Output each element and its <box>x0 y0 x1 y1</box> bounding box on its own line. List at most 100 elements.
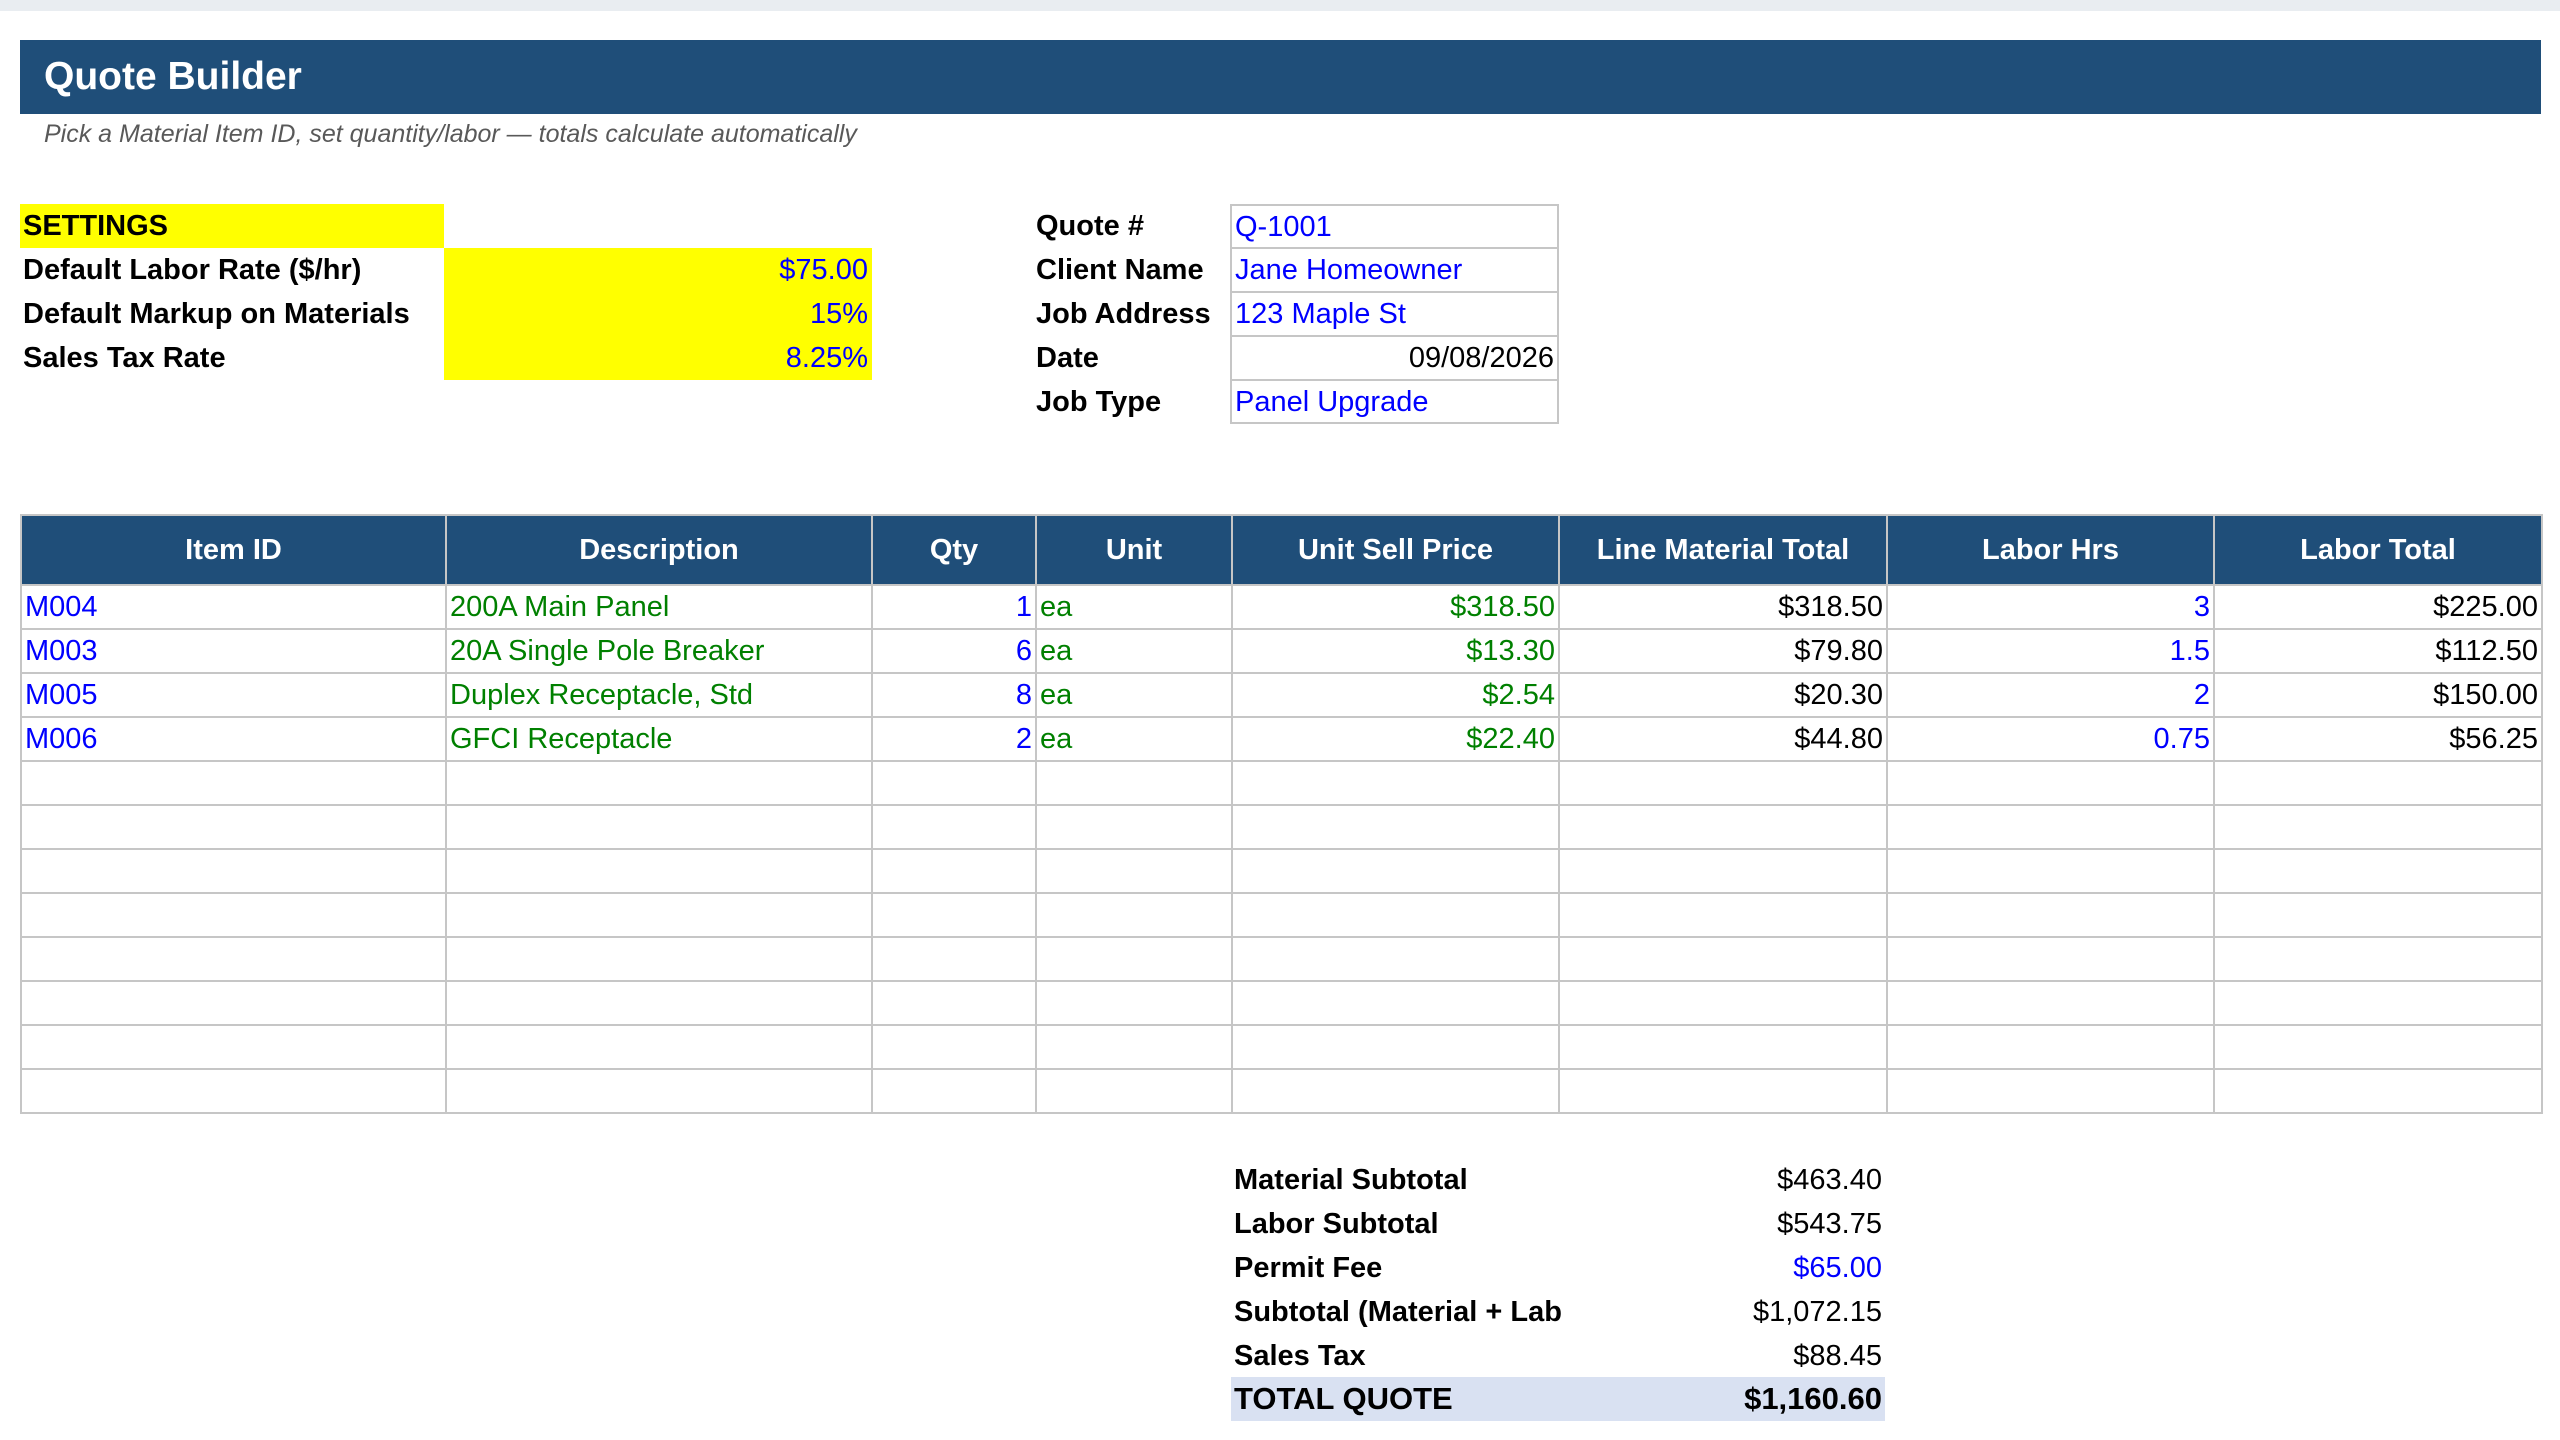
cell-unit[interactable] <box>1035 1068 1233 1114</box>
column-header-labor-hrs[interactable]: Labor Hrs <box>1886 514 2215 586</box>
cell-labor-hrs[interactable] <box>1886 804 2215 850</box>
cell-line-material-total[interactable] <box>1558 892 1888 938</box>
cell-qty[interactable] <box>871 980 1037 1026</box>
cell-qty[interactable] <box>871 848 1037 894</box>
info-label[interactable]: Date <box>1036 336 1230 380</box>
info-label[interactable]: Job Address <box>1036 292 1230 336</box>
cell-labor-total[interactable] <box>2213 804 2543 850</box>
cell-unit[interactable] <box>1035 1024 1233 1070</box>
cell-unit-sell-price[interactable] <box>1231 1068 1560 1114</box>
cell-unit-sell-price[interactable] <box>1231 980 1560 1026</box>
cell-description[interactable] <box>445 980 873 1026</box>
cell-qty[interactable]: 1 <box>871 584 1037 630</box>
cell-unit[interactable] <box>1035 760 1233 806</box>
cell-description[interactable]: Duplex Receptacle, Std <box>445 672 873 718</box>
setting-label[interactable]: Default Markup on Materials <box>23 292 443 336</box>
cell-item-id[interactable] <box>20 1068 447 1114</box>
material-subtotal-value[interactable]: $463.40 <box>1561 1158 1885 1202</box>
cell-labor-hrs[interactable] <box>1886 980 2215 1026</box>
cell-labor-total[interactable]: $56.25 <box>2213 716 2543 762</box>
cell-item-id[interactable] <box>20 760 447 806</box>
total-quote-label[interactable]: TOTAL QUOTE <box>1234 1377 1561 1421</box>
cell-item-id[interactable] <box>20 936 447 982</box>
info-label[interactable]: Job Type <box>1036 380 1230 424</box>
labor-subtotal-value[interactable]: $543.75 <box>1561 1202 1885 1246</box>
summary-label[interactable]: Sales Tax <box>1234 1334 1561 1378</box>
cell-unit-sell-price[interactable]: $22.40 <box>1231 716 1560 762</box>
cell-item-id[interactable]: M005 <box>20 672 447 718</box>
cell-unit-sell-price[interactable] <box>1231 1024 1560 1070</box>
cell-labor-total[interactable] <box>2213 936 2543 982</box>
cell-item-id[interactable]: M006 <box>20 716 447 762</box>
total-quote-value[interactable]: $1,160.60 <box>1561 1377 1885 1421</box>
cell-labor-hrs[interactable]: 3 <box>1886 584 2215 630</box>
cell-description[interactable] <box>445 1024 873 1070</box>
cell-labor-hrs[interactable]: 0.75 <box>1886 716 2215 762</box>
cell-labor-total[interactable] <box>2213 892 2543 938</box>
permit-fee-input[interactable]: $65.00 <box>1561 1246 1885 1290</box>
info-label[interactable]: Quote # <box>1036 204 1230 248</box>
cell-qty[interactable] <box>871 1024 1037 1070</box>
cell-labor-total[interactable]: $225.00 <box>2213 584 2543 630</box>
cell-unit[interactable] <box>1035 892 1233 938</box>
column-header-labor-total[interactable]: Labor Total <box>2213 514 2543 586</box>
cell-labor-total[interactable] <box>2213 848 2543 894</box>
cell-labor-total[interactable]: $112.50 <box>2213 628 2543 674</box>
cell-qty[interactable] <box>871 760 1037 806</box>
job-type-input[interactable]: Panel Upgrade <box>1230 380 1559 424</box>
cell-labor-hrs[interactable]: 1.5 <box>1886 628 2215 674</box>
cell-unit-sell-price[interactable] <box>1231 760 1560 806</box>
cell-labor-hrs[interactable] <box>1886 1024 2215 1070</box>
date-input[interactable]: 09/08/2026 <box>1230 336 1559 380</box>
cell-labor-hrs[interactable] <box>1886 1068 2215 1114</box>
setting-label[interactable]: Sales Tax Rate <box>23 336 443 380</box>
summary-label[interactable]: Material Subtotal <box>1234 1158 1561 1202</box>
quote-number-input[interactable]: Q-1001 <box>1230 204 1559 248</box>
cell-unit-sell-price[interactable]: $13.30 <box>1231 628 1560 674</box>
cell-description[interactable] <box>445 892 873 938</box>
cell-unit-sell-price[interactable] <box>1231 848 1560 894</box>
cell-unit-sell-price[interactable]: $2.54 <box>1231 672 1560 718</box>
cell-labor-hrs[interactable]: 2 <box>1886 672 2215 718</box>
cell-description[interactable] <box>445 936 873 982</box>
cell-qty[interactable] <box>871 804 1037 850</box>
summary-label[interactable]: Permit Fee <box>1234 1246 1561 1290</box>
cell-qty[interactable] <box>871 936 1037 982</box>
cell-description[interactable]: 20A Single Pole Breaker <box>445 628 873 674</box>
cell-unit-sell-price[interactable] <box>1231 892 1560 938</box>
cell-labor-hrs[interactable] <box>1886 760 2215 806</box>
cell-line-material-total[interactable] <box>1558 1024 1888 1070</box>
cell-labor-hrs[interactable] <box>1886 892 2215 938</box>
column-header-description[interactable]: Description <box>445 514 873 586</box>
cell-description[interactable] <box>445 804 873 850</box>
column-header-line-material-total[interactable]: Line Material Total <box>1558 514 1888 586</box>
cell-unit[interactable] <box>1035 848 1233 894</box>
column-header-qty[interactable]: Qty <box>871 514 1037 586</box>
cell-description[interactable]: GFCI Receptacle <box>445 716 873 762</box>
cell-item-id[interactable] <box>20 804 447 850</box>
info-label[interactable]: Client Name <box>1036 248 1230 292</box>
cell-item-id[interactable]: M004 <box>20 584 447 630</box>
cell-unit[interactable]: ea <box>1035 716 1233 762</box>
column-header-item-id[interactable]: Item ID <box>20 514 447 586</box>
cell-labor-hrs[interactable] <box>1886 936 2215 982</box>
cell-qty[interactable] <box>871 1068 1037 1114</box>
settings-heading[interactable]: SETTINGS <box>20 204 444 248</box>
labor-rate-input[interactable]: $75.00 <box>444 248 872 292</box>
cell-unit[interactable]: ea <box>1035 672 1233 718</box>
markup-input[interactable]: 15% <box>444 292 872 336</box>
sales-tax-input[interactable]: 8.25% <box>444 336 872 380</box>
cell-unit-sell-price[interactable]: $318.50 <box>1231 584 1560 630</box>
cell-line-material-total[interactable]: $20.30 <box>1558 672 1888 718</box>
cell-unit[interactable]: ea <box>1035 628 1233 674</box>
cell-item-id[interactable] <box>20 892 447 938</box>
cell-qty[interactable]: 6 <box>871 628 1037 674</box>
summary-label[interactable]: Subtotal (Material + Labor) <box>1234 1290 1561 1334</box>
cell-description[interactable] <box>445 1068 873 1114</box>
cell-line-material-total[interactable]: $79.80 <box>1558 628 1888 674</box>
column-header-unit[interactable]: Unit <box>1035 514 1233 586</box>
cell-line-material-total[interactable] <box>1558 980 1888 1026</box>
cell-item-id[interactable] <box>20 848 447 894</box>
cell-description[interactable] <box>445 760 873 806</box>
cell-item-id[interactable] <box>20 980 447 1026</box>
